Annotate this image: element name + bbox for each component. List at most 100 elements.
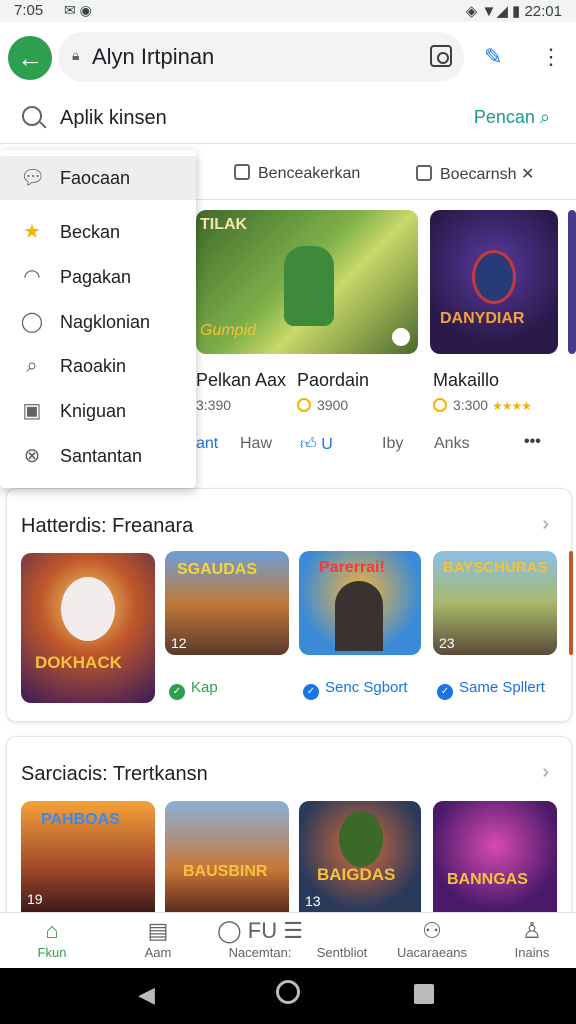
menu-item[interactable]: ⊗ Santantan bbox=[0, 434, 196, 478]
game-tile-featured-2[interactable]: DANYDIAR bbox=[430, 210, 558, 354]
menu-item[interactable]: ▣ Kniguan bbox=[0, 389, 196, 433]
game-tile-partial[interactable] bbox=[569, 551, 573, 655]
action-item[interactable]: Haw bbox=[240, 435, 272, 453]
system-recents-icon[interactable] bbox=[414, 984, 434, 1004]
person-icon: ♙ bbox=[522, 918, 542, 943]
tile-caption: Parerrai! bbox=[319, 559, 385, 576]
tile-caption: BAIGDAS bbox=[317, 865, 396, 884]
system-navigation-bar: ◀ bbox=[0, 968, 576, 1024]
game-tile[interactable]: BAIGDAS 13 bbox=[299, 801, 421, 913]
game-tile[interactable]: DOKHACK bbox=[21, 553, 155, 703]
chevron-right-icon[interactable]: › bbox=[542, 761, 549, 784]
game-tile-partial[interactable] bbox=[568, 210, 576, 354]
badge-label: Senc Sgbort bbox=[325, 679, 408, 696]
search-action-button[interactable]: Pencan ⌕ bbox=[474, 107, 550, 128]
nav-label: Uacaraeans bbox=[396, 945, 468, 960]
game-tile[interactable]: SGAUDAS 12 bbox=[165, 551, 289, 655]
game-tile[interactable]: Parerrai! bbox=[299, 551, 421, 655]
star-icon: ★ bbox=[23, 221, 41, 243]
nav-label: Sentbliot bbox=[316, 945, 368, 960]
search-bubble-icon: ⌕ bbox=[26, 355, 38, 377]
nav-item-list[interactable]: Sentbliot bbox=[292, 917, 392, 960]
checkbox-icon bbox=[234, 164, 250, 180]
back-button[interactable]: ← bbox=[8, 36, 52, 80]
tile-caption: BAYSCHURAS bbox=[443, 559, 548, 576]
tile-caption: Gumpid bbox=[200, 322, 257, 339]
menu-item[interactable]: ★ Beckan bbox=[0, 210, 196, 254]
compass-icon: ⊗ bbox=[23, 445, 41, 467]
calendar-icon: ▣ bbox=[22, 400, 42, 422]
nav-item-home[interactable]: ⌂ Fkun bbox=[2, 917, 102, 960]
badge[interactable]: ✓ Same Spllert bbox=[437, 679, 545, 700]
play-badge-icon bbox=[392, 328, 410, 346]
menu-item[interactable]: ◯ Nagklonian bbox=[0, 300, 196, 344]
game-tile[interactable]: BAYSCHURAS 23 bbox=[433, 551, 557, 655]
system-home-icon[interactable] bbox=[276, 980, 300, 1004]
game-tile[interactable]: PAHBOAS 19 bbox=[21, 801, 155, 913]
thumbs-up-icon: 👍︎ bbox=[300, 436, 317, 453]
game-price: 3:390 bbox=[196, 397, 232, 413]
nav-item-profile[interactable]: ♙ Inains bbox=[482, 917, 576, 960]
menu-item-label: Santantan bbox=[60, 446, 143, 466]
game-tile[interactable]: BANNGAS bbox=[433, 801, 557, 913]
search-input[interactable]: Aplik kinsen bbox=[60, 107, 167, 130]
section-card-2: Sarciacis: Trertkansn › PAHBOAS 19 BAUSB… bbox=[6, 736, 572, 913]
more-menu-icon[interactable]: ⋮ bbox=[540, 44, 562, 70]
action-label: U bbox=[321, 436, 333, 453]
action-item[interactable]: ant bbox=[196, 435, 218, 453]
badge[interactable]: ✓ Kap bbox=[169, 679, 218, 700]
menu-item-label: Kniguan bbox=[60, 401, 127, 421]
square-icon bbox=[416, 165, 432, 181]
tile-caption: BANNGAS bbox=[447, 871, 528, 888]
badge-label: Same Spllert bbox=[459, 679, 545, 696]
tile-number: 19 bbox=[27, 891, 43, 907]
filter-row: Benceakerkan Boecarnsh ✕ bbox=[196, 152, 576, 200]
nav-item-people[interactable]: ⚇ Uacaraeans bbox=[382, 917, 482, 960]
menu-item[interactable]: ⌕ Raoakin bbox=[0, 344, 196, 388]
nav-label: Inains bbox=[514, 945, 550, 960]
close-icon: ✕ bbox=[520, 166, 535, 183]
game-title: Paordain bbox=[297, 370, 370, 390]
app-notification-icon: ✉ ◉ bbox=[64, 2, 92, 18]
menu-item-label: Raoakin bbox=[60, 356, 127, 376]
chevron-right-icon[interactable]: › bbox=[542, 513, 549, 536]
menu-item-label: Faocaan bbox=[60, 168, 131, 188]
game-tile-featured-1[interactable]: TILAK Gumpid bbox=[196, 210, 418, 354]
filter-chip-2[interactable]: Boecarnsh ✕ bbox=[416, 164, 534, 184]
url-field[interactable]: 🔒︎ Alyn Irtpinan bbox=[58, 32, 464, 82]
game-tile[interactable]: BAUSBINR bbox=[165, 801, 289, 913]
browser-toolbar: ← 🔒︎ Alyn Irtpinan ✎ ⋮ bbox=[0, 22, 576, 94]
game-price-row: 3:300 ★★★★ bbox=[433, 397, 532, 413]
check-icon: ✓ bbox=[303, 684, 319, 700]
check-icon: ✓ bbox=[169, 684, 185, 700]
action-item[interactable]: Iby bbox=[382, 435, 403, 453]
tile-character bbox=[284, 246, 334, 326]
filter-chip-1[interactable]: Benceakerkan bbox=[234, 164, 360, 183]
search-icon bbox=[22, 106, 42, 126]
tile-caption: DOKHACK bbox=[35, 653, 122, 672]
status-right: ◈ ▼◢ ▮ 22:01 bbox=[466, 2, 562, 20]
action-item[interactable]: Anks bbox=[434, 435, 470, 453]
tabs-icon[interactable] bbox=[430, 45, 452, 67]
badge[interactable]: ✓ Senc Sgbort bbox=[303, 679, 408, 700]
tile-logo: TILAK bbox=[200, 216, 248, 233]
menu-item-label: Beckan bbox=[60, 222, 121, 242]
more-dots-icon[interactable]: ••• bbox=[524, 433, 541, 451]
action-row: ant Haw 👍︎ U Iby Anks ••• bbox=[196, 425, 576, 465]
nav-item-news[interactable]: ▤ Aam bbox=[108, 917, 208, 960]
system-back-icon[interactable]: ◀ bbox=[138, 982, 155, 1008]
extension-icon[interactable]: ✎ bbox=[484, 44, 502, 70]
lock-icon: 🔒︎ bbox=[72, 47, 80, 63]
section-card-1: Hatterdis: Freanara › DOKHACK SGAUDAS 12… bbox=[6, 488, 573, 722]
menu-item[interactable]: 💬︎ Faocaan bbox=[0, 156, 196, 200]
badge-label: Kap bbox=[191, 679, 218, 696]
game-title: Pelkan Aax bbox=[196, 370, 287, 390]
menu-item[interactable]: ◠ Pagakan bbox=[0, 255, 196, 299]
arrow-left-icon: ← bbox=[17, 42, 43, 73]
status-time: 7:05 bbox=[14, 2, 44, 19]
list-icon bbox=[292, 917, 392, 945]
search-small-icon: ⌕ bbox=[539, 107, 550, 127]
nav-label: Nacemtan: bbox=[228, 945, 292, 960]
action-item-thumb[interactable]: 👍︎ U bbox=[300, 435, 333, 454]
filter-chip-label: Benceakerkan bbox=[258, 165, 361, 182]
